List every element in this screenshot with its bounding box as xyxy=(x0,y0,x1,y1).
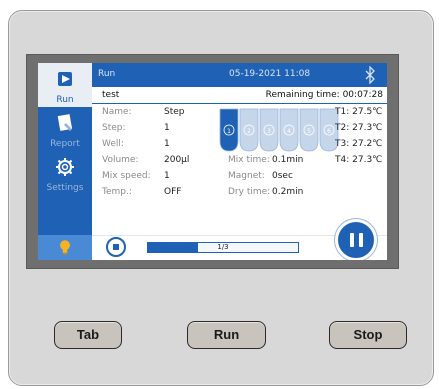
well-number: 6 xyxy=(327,128,331,135)
step-value: 1 xyxy=(164,123,170,133)
lightbulb-button[interactable] xyxy=(38,235,92,260)
program-name: test xyxy=(102,90,120,100)
temp-t3: T3: 27.2℃ xyxy=(335,139,383,149)
drytime-value: 0.2min xyxy=(272,187,304,197)
run-hardware-button[interactable]: Run xyxy=(187,321,266,349)
mixtime-label: Mix time: xyxy=(228,155,270,165)
sidebar-item-run[interactable]: Run xyxy=(38,63,92,107)
sidebar-item-report[interactable]: Report xyxy=(38,107,92,151)
temp-t2: T2: 27.3℃ xyxy=(335,123,383,133)
well-number: 3 xyxy=(267,128,271,135)
well-5: 5 xyxy=(299,108,319,152)
magnet-label: Magnet: xyxy=(228,171,265,181)
step-label: Step: xyxy=(102,123,126,133)
report-icon xyxy=(57,114,73,131)
sidebar-item-settings[interactable]: Settings xyxy=(38,151,92,195)
page-title: Run xyxy=(98,69,116,79)
progress-text: 1/3 xyxy=(217,243,229,251)
magnet-value: 0sec xyxy=(272,171,293,181)
touchscreen: Run Report Settings Run 05-19-2021 11:08… xyxy=(38,63,387,260)
well-number: 2 xyxy=(247,128,251,135)
name-value: Step xyxy=(164,107,185,117)
progress-bar: 1/3 xyxy=(147,242,299,253)
temp-label: Temp.: xyxy=(102,187,132,197)
temp-t4: T4: 27.3℃ xyxy=(335,155,383,165)
volume-label: Volume: xyxy=(102,155,139,165)
stop-hardware-button[interactable]: Stop xyxy=(329,321,407,349)
well-number: 5 xyxy=(307,128,311,135)
remaining-value: 00:07:28 xyxy=(342,90,383,100)
well-label: Well: xyxy=(102,139,124,149)
stop-icon xyxy=(113,244,119,250)
remaining-label: Remaining time: xyxy=(265,90,340,100)
mixspeed-value: 1 xyxy=(164,171,170,181)
well-number: 4 xyxy=(287,128,291,135)
step-parameters: Name: Step Step: 1 Well: 1 Volume: 200μl… xyxy=(92,104,387,235)
sidebar: Run Report Settings xyxy=(38,63,92,260)
well-strip: 1 2 3 4 5 6 xyxy=(219,108,339,152)
well-value: 1 xyxy=(164,139,170,149)
volume-value: 200μl xyxy=(164,155,190,165)
remaining-time: Remaining time: 00:07:28 xyxy=(266,90,383,100)
pause-icon xyxy=(350,233,354,247)
mixtime-value: 0.1min xyxy=(272,155,304,165)
bluetooth-icon xyxy=(365,66,375,84)
pause-button[interactable] xyxy=(335,219,377,260)
temp-value: OFF xyxy=(164,187,182,197)
run-icon xyxy=(58,72,72,86)
sidebar-item-label: Settings xyxy=(46,183,84,193)
screen-header: Run 05-19-2021 11:08 xyxy=(92,63,387,87)
well-1: 1 xyxy=(219,108,239,152)
well-2: 2 xyxy=(239,108,259,152)
well-number: 1 xyxy=(227,128,231,135)
settings-gear-icon xyxy=(56,158,74,176)
tab-hardware-button[interactable]: Tab xyxy=(54,321,122,349)
well-4: 4 xyxy=(279,108,299,152)
pause-icon-bar xyxy=(359,233,363,247)
drytime-label: Dry time: xyxy=(228,187,271,197)
mixspeed-label: Mix speed: xyxy=(102,171,151,181)
stop-run-button[interactable] xyxy=(106,237,126,257)
name-label: Name: xyxy=(102,107,132,117)
temp-t1: T1: 27.5℃ xyxy=(335,107,383,117)
sidebar-item-label: Report xyxy=(50,139,80,149)
lightbulb-icon xyxy=(60,240,70,255)
datetime: 05-19-2021 11:08 xyxy=(229,69,311,79)
sidebar-item-label: Run xyxy=(56,95,74,105)
well-3: 3 xyxy=(259,108,279,152)
program-row: test Remaining time: 00:07:28 xyxy=(92,87,387,104)
